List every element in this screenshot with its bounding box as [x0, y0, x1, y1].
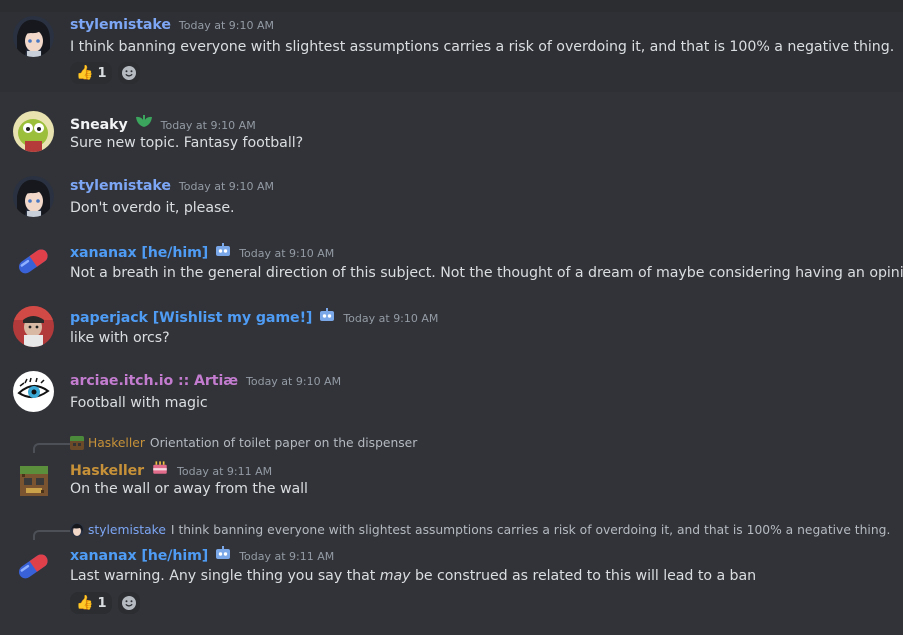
avatar-haskeller[interactable]	[13, 460, 54, 501]
message-7[interactable]: Haskeller Today at 9:11 AM On the wall o…	[0, 437, 903, 517]
username[interactable]: stylemistake	[70, 178, 171, 194]
message-text: like with orcs?	[70, 330, 170, 346]
message-2[interactable]: Sneaky Today at 9:10 AM Sure new topic. …	[0, 92, 903, 157]
avatar-stylemistake[interactable]	[13, 16, 54, 57]
message-text: Sure new topic. Fantasy football?	[70, 135, 304, 151]
reaction-count: 1	[97, 595, 107, 611]
avatar-xananax[interactable]	[13, 546, 54, 587]
avatar-arciae[interactable]	[13, 371, 54, 412]
leaf-badge-icon	[135, 115, 152, 127]
timestamp[interactable]: Today at 9:10 AM	[343, 312, 438, 325]
message-text: I think banning everyone with slightest …	[70, 39, 895, 55]
message-4[interactable]: xananax [he/him] Today at 9:10 AM Not a …	[0, 222, 903, 287]
timestamp[interactable]: Today at 9:11 AM	[239, 550, 334, 563]
robot-badge-icon	[320, 308, 335, 321]
avatar-paperjack[interactable]	[13, 306, 54, 347]
message-6[interactable]: arciae.itch.io :: Artiæ Today at 9:10 AM…	[0, 352, 903, 437]
thumbs-up-icon: 👍	[76, 65, 94, 81]
message-text: Football with magic	[70, 395, 208, 411]
username[interactable]: arciae.itch.io :: Artiæ	[70, 373, 238, 389]
add-reaction-button[interactable]	[118, 592, 141, 614]
message-text: Don't overdo it, please.	[70, 200, 235, 216]
timestamp[interactable]: Today at 9:11 AM	[177, 465, 272, 478]
reactions: 👍 1	[70, 592, 141, 614]
message-text-part: be construed as related to this will lea…	[410, 568, 757, 584]
thumbs-up-reaction[interactable]: 👍 1	[70, 592, 113, 614]
robot-badge-icon	[216, 546, 231, 559]
top-divider	[0, 0, 903, 12]
timestamp[interactable]: Today at 9:10 AM	[179, 19, 274, 32]
avatar-sneaky[interactable]	[13, 111, 54, 152]
add-reaction-button[interactable]	[118, 62, 141, 84]
message-text: Last warning. Any single thing you say t…	[70, 568, 756, 584]
reaction-count: 1	[97, 65, 107, 81]
thumbs-up-reaction[interactable]: 👍 1	[70, 62, 113, 84]
avatar-xananax[interactable]	[13, 241, 54, 282]
message-5[interactable]: paperjack [Wishlist my game!] Today at 9…	[0, 287, 903, 352]
robot-badge-icon	[216, 243, 231, 256]
username[interactable]: xananax [he/him]	[70, 245, 208, 261]
message-text-emphasis: may	[379, 568, 411, 584]
avatar-stylemistake[interactable]	[13, 176, 54, 217]
reactions: 👍 1	[70, 62, 141, 84]
message-text: Not a breath in the general direction of…	[70, 265, 903, 281]
message-text-part: Last warning. Any single thing you say t…	[70, 568, 380, 584]
timestamp[interactable]: Today at 9:10 AM	[179, 180, 274, 193]
thumbs-up-icon: 👍	[76, 595, 94, 611]
cake-badge-icon	[153, 461, 167, 474]
username[interactable]: Sneaky	[70, 117, 128, 133]
username[interactable]: xananax [he/him]	[70, 548, 208, 564]
timestamp[interactable]: Today at 9:10 AM	[161, 119, 256, 132]
username[interactable]: stylemistake	[70, 17, 171, 33]
message-8[interactable]: xananax [he/him] Today at 9:11 AM Last w…	[0, 524, 903, 635]
timestamp[interactable]: Today at 9:10 AM	[246, 375, 341, 388]
username[interactable]: Haskeller	[70, 463, 144, 479]
smiley-icon	[122, 596, 137, 610]
message-text: On the wall or away from the wall	[70, 481, 308, 497]
message-3[interactable]: stylemistake Today at 9:10 AM Don't over…	[0, 157, 903, 222]
smiley-icon	[122, 66, 137, 80]
timestamp[interactable]: Today at 9:10 AM	[239, 247, 334, 260]
username[interactable]: paperjack [Wishlist my game!]	[70, 310, 312, 326]
message-1[interactable]: stylemistake Today at 9:10 AM I think ba…	[0, 0, 903, 92]
